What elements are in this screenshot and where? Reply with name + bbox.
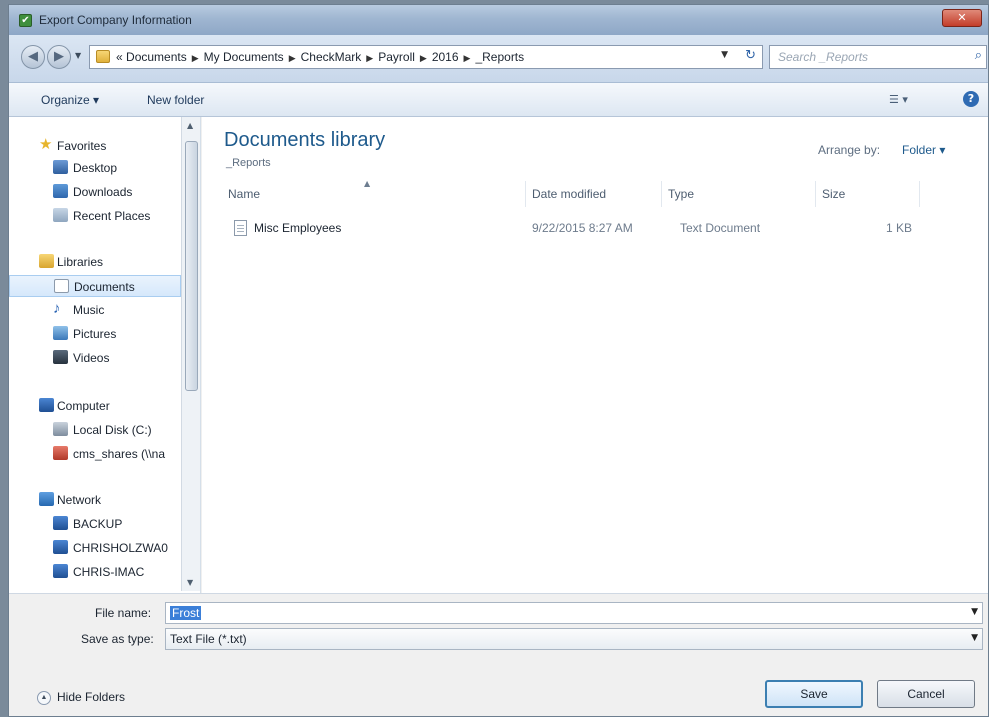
cancel-button[interactable]: Cancel — [877, 680, 975, 708]
navigation-pane: ★ Favorites Desktop Downloads Recent Pla… — [9, 117, 201, 593]
library-subtitle: _Reports — [226, 157, 271, 169]
hide-folders-toggle[interactable]: ▲ Hide Folders — [37, 690, 125, 705]
checkmark-app-icon: ✔ — [19, 14, 32, 27]
sidebar-computer[interactable]: Computer — [9, 395, 181, 417]
sidebar-libraries[interactable]: Libraries — [9, 251, 181, 273]
network-drive-icon — [53, 446, 68, 460]
command-bar: Organize ▾ New folder ☰ ▾ ? — [9, 83, 988, 117]
file-size: 1 KB — [886, 221, 913, 235]
sidebar-favorites[interactable]: ★ Favorites — [9, 135, 181, 157]
file-date-modified: 9/22/2015 8:27 AM — [532, 221, 633, 235]
breadcrumb-documents[interactable]: Documents — [126, 50, 187, 64]
view-options-icon[interactable]: ☰ ▾ — [889, 93, 908, 106]
library-title: Documents library — [224, 129, 386, 151]
libraries-icon — [39, 254, 54, 268]
sidebar-item-chris-imac[interactable]: CHRIS-IMAC — [9, 561, 181, 583]
breadcrumb-2016[interactable]: 2016 — [432, 50, 459, 64]
navigation-bar: ◀ ▶ ▼ « Documents ▶ My Documents ▶ CheckMark… — [9, 35, 988, 83]
sidebar-item-desktop[interactable]: Desktop — [9, 157, 181, 179]
star-icon: ★ — [39, 136, 53, 153]
breadcrumb-payroll[interactable]: Payroll — [378, 50, 415, 64]
music-icon: ♪ — [53, 300, 61, 317]
videos-icon — [53, 350, 68, 364]
file-name-value: Frost — [170, 606, 202, 620]
sidebar-scrollbar[interactable]: ▲ ▼ — [181, 117, 200, 591]
arrange-by-dropdown[interactable]: Folder ▾ — [902, 143, 945, 157]
column-header-type[interactable]: Type — [662, 181, 816, 207]
organize-button[interactable]: Organize ▾ — [41, 93, 99, 107]
sidebar-item-downloads[interactable]: Downloads — [9, 181, 181, 203]
save-as-type-value: Text File (*.txt) — [170, 632, 247, 646]
scrollbar-thumb[interactable] — [185, 141, 198, 391]
back-button[interactable]: ◀ — [21, 45, 45, 69]
scroll-down-icon[interactable]: ▼ — [187, 578, 193, 587]
arrange-by-label: Arrange by: — [818, 143, 881, 157]
file-name: Misc Employees — [254, 221, 342, 235]
network-computer-icon — [53, 516, 68, 530]
folder-icon — [96, 50, 110, 63]
address-dropdown-icon[interactable]: ▼ — [721, 50, 728, 60]
file-name-field[interactable]: Frost ▼ — [165, 602, 983, 624]
column-header-date-modified[interactable]: Date modified — [526, 181, 662, 207]
sidebar-item-chrisholzwa0[interactable]: CHRISHOLZWA0 — [9, 537, 181, 559]
breadcrumb: « Documents ▶ My Documents ▶ CheckMark ▶ Payro… — [116, 50, 525, 64]
export-dialog: ✔ Export Company Information ✕ ◀ ▶ ▼ « D… — [8, 4, 989, 717]
sidebar-item-music[interactable]: ♪ Music — [9, 299, 181, 321]
column-header-name[interactable]: Name — [222, 181, 526, 207]
sidebar-item-backup[interactable]: BACKUP — [9, 513, 181, 535]
save-as-type-label: Save as type: — [81, 632, 154, 646]
new-folder-button[interactable]: New folder — [147, 93, 204, 107]
file-type: Text Document — [680, 221, 761, 235]
documents-icon — [54, 279, 69, 293]
title-bar: ✔ Export Company Information ✕ — [9, 5, 988, 35]
desktop-icon — [53, 160, 68, 174]
sidebar-item-local-disk[interactable]: Local Disk (C:) — [9, 419, 181, 441]
sort-caret-icon: ▲ — [364, 179, 371, 188]
breadcrumb-reports[interactable]: _Reports — [475, 50, 524, 64]
sidebar-item-documents[interactable]: Documents — [9, 275, 181, 297]
computer-icon — [39, 398, 54, 412]
network-icon — [39, 492, 54, 506]
local-disk-icon — [53, 422, 68, 436]
scroll-up-icon[interactable]: ▲ — [187, 121, 193, 130]
sidebar-network[interactable]: Network — [9, 489, 181, 511]
file-name-dropdown-icon[interactable]: ▼ — [971, 607, 978, 617]
file-name-label: File name: — [95, 606, 152, 620]
search-input[interactable]: Search _Reports ⌕ — [769, 45, 987, 69]
text-file-icon — [234, 220, 247, 236]
pictures-icon — [53, 326, 68, 340]
file-list-pane: Documents library _Reports Arrange by: F… — [202, 117, 988, 593]
save-as-type-select[interactable]: Text File (*.txt) ▼ — [165, 628, 983, 650]
downloads-icon — [53, 184, 68, 198]
address-bar[interactable]: « Documents ▶ My Documents ▶ CheckMark ▶ Payro… — [89, 45, 763, 69]
close-button[interactable]: ✕ — [942, 9, 982, 27]
breadcrumb-overflow[interactable]: « — [116, 50, 123, 64]
help-icon[interactable]: ? — [963, 91, 979, 107]
save-as-type-dropdown-icon[interactable]: ▼ — [971, 633, 978, 643]
collapse-icon: ▲ — [37, 690, 51, 705]
search-placeholder: Search _Reports — [778, 50, 869, 64]
sidebar-item-videos[interactable]: Videos — [9, 347, 181, 369]
breadcrumb-checkmark[interactable]: CheckMark — [301, 50, 362, 64]
sidebar-item-recent-places[interactable]: Recent Places — [9, 205, 181, 227]
sidebar-item-pictures[interactable]: Pictures — [9, 323, 181, 345]
save-button[interactable]: Save — [765, 680, 863, 708]
network-computer-icon — [53, 540, 68, 554]
breadcrumb-my-documents[interactable]: My Documents — [204, 50, 284, 64]
recent-pages-dropdown-icon[interactable]: ▼ — [75, 51, 81, 60]
save-panel: File name: Frost ▼ Save as type: Text Fi… — [9, 593, 988, 716]
sidebar-item-cms-shares[interactable]: cms_shares (\\na — [9, 443, 181, 465]
dialog-title: Export Company Information — [39, 13, 192, 27]
recent-places-icon — [53, 208, 68, 222]
forward-button[interactable]: ▶ — [47, 45, 71, 69]
column-header-size[interactable]: Size — [816, 181, 920, 207]
search-icon[interactable]: ⌕ — [975, 48, 982, 63]
network-computer-icon — [53, 564, 68, 578]
file-row[interactable]: Misc Employees 9/22/2015 8:27 AM Text Do… — [220, 217, 920, 241]
refresh-icon[interactable]: ↻ — [745, 48, 756, 63]
